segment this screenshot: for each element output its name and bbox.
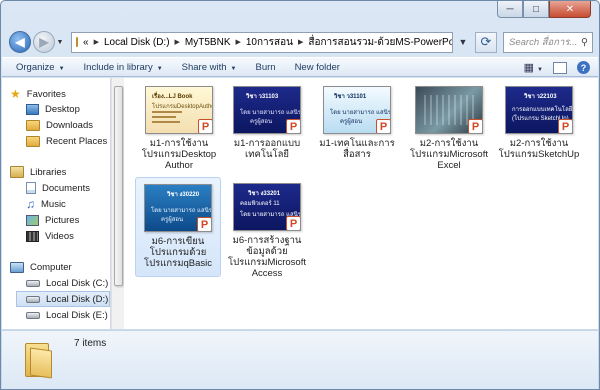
music-icon: ♫ (26, 197, 35, 211)
scrollbar-thumb[interactable] (114, 86, 123, 286)
powerpoint-icon: P (376, 119, 390, 133)
close-button[interactable]: ✕ (549, 1, 591, 18)
include-in-library-menu[interactable]: Include in library ▼ (84, 62, 163, 73)
navigation-scrollbar[interactable] (111, 78, 124, 329)
chevron-right-icon: ▶ (174, 39, 180, 46)
file-item[interactable]: วิชา ว22103 การออกแบบเทคโนโลยี 2 (โปรแกร… (496, 80, 582, 180)
search-icon[interactable]: ⚲ (581, 37, 588, 48)
powerpoint-icon: P (468, 119, 482, 133)
recent-pages-dropdown[interactable]: ▼ (55, 39, 65, 46)
file-name: ม6-การเขียนโปรแกรมด้วยโปรแกรมqBasic (144, 236, 212, 269)
search-input[interactable]: Search สื่อการ... ⚲ (503, 31, 593, 53)
address-row: ◀ ▶ ▼ « ▶ Local Disk (D:) ▶ MyT5BNK ▶ 10… (9, 28, 593, 56)
breadcrumb-drive-d[interactable]: Local Disk (D:) (104, 37, 170, 48)
help-icon[interactable]: ? (577, 61, 590, 74)
file-thumbnail: วิชา ว31101 โดย นายสามารถ แสนิรม ครูผู้ส… (323, 86, 391, 134)
share-with-menu[interactable]: Share with ▼ (182, 62, 237, 73)
chevron-right-icon: ▶ (297, 39, 304, 46)
drive-icon (26, 295, 40, 303)
breadcrumb-current[interactable]: สื่อการสอนรวม-ด้วยMS-PowerPoint (308, 35, 452, 50)
file-thumbnail: วิชา ง30220 โดย นายสามารถ แสนิรม ครูผู้ส… (144, 184, 212, 232)
address-bar[interactable]: « ▶ Local Disk (D:) ▶ MyT5BNK ▶ 10การสอน… (71, 31, 453, 53)
downloads-icon (26, 119, 40, 131)
file-name: ม1-การใช้งานโปรแกรมDesktop Author (141, 138, 217, 171)
recent-places-icon (26, 135, 40, 147)
desktop-icon (26, 103, 39, 115)
documents-icon (26, 182, 36, 194)
drive-icon (26, 279, 40, 287)
file-list: เรื่อง...LJ Book โปรแกรมDesktopAuthor P … (124, 78, 598, 329)
nav-favorites[interactable]: ★ Favorites (10, 86, 118, 102)
item-count: 7 items (74, 338, 107, 349)
file-name: ม1-การออกแบบเทคโนโลยี (233, 138, 301, 160)
file-thumbnail: P (415, 86, 483, 134)
file-item[interactable]: วิชา ว31103 โดย นายสามารถ แสนิรม ครูผู้ส… (224, 80, 310, 180)
file-thumbnail: วิชา ง33201 คอมพิวเตอร์ 11 โดย นายสามารถ… (233, 183, 301, 231)
libraries-icon (10, 166, 24, 178)
folder-icon (76, 37, 78, 47)
view-options-icon[interactable]: ▦ ▼ (524, 61, 543, 74)
navigation-pane: ★ Favorites Desktop Downloads Recent Pla… (2, 78, 111, 329)
file-name: ม6-การสร้างฐานข้อมูลด้วยโปรแกรมMicrosoft… (227, 235, 306, 279)
burn-button[interactable]: Burn (255, 62, 275, 73)
forward-button[interactable]: ▶ (33, 31, 55, 53)
file-item[interactable]: วิชา ง33201 คอมพิวเตอร์ 11 โดย นายสามารถ… (224, 177, 310, 279)
breadcrumb-teaching[interactable]: 10การสอน (246, 35, 293, 50)
file-item-selected[interactable]: วิชา ง30220 โดย นายสามารถ แสนิรม ครูผู้ส… (135, 177, 221, 277)
chevron-down-icon: ▼ (58, 65, 65, 72)
back-button[interactable]: ◀ (9, 31, 31, 53)
search-placeholder: Search สื่อการ... (509, 36, 578, 48)
powerpoint-icon: P (197, 217, 211, 231)
chevron-down-icon: ▼ (230, 65, 237, 72)
chevron-right-icon: ▶ (235, 39, 241, 46)
nav-computer[interactable]: Computer (10, 259, 118, 275)
file-thumbnail: เรื่อง...LJ Book โปรแกรมDesktopAuthor P (145, 86, 213, 134)
explorer-window: ─ □ ✕ ◀ ▶ ▼ « ▶ Local Disk (D:) ▶ MyT5BN… (0, 0, 600, 390)
file-name: ม2-การใช้งานโปรแกรมSketchUp (498, 138, 580, 160)
file-name: ม1-เทคโนและการสื่อสาร (319, 138, 395, 160)
videos-icon (26, 230, 39, 242)
preview-pane-icon[interactable] (553, 61, 567, 74)
refresh-icon[interactable]: ⟳ (475, 31, 497, 53)
nav-drive-c[interactable]: Local Disk (C:) (26, 275, 110, 291)
file-item[interactable]: P ม2-การใช้งานโปรแกรมMicrosoft Excel (406, 80, 492, 180)
breadcrumb-myt5bnk[interactable]: MyT5BNK (185, 37, 231, 48)
details-pane: 7 items (2, 330, 598, 389)
chevron-right-icon: ▶ (93, 39, 99, 46)
file-item[interactable]: วิชา ว31101 โดย นายสามารถ แสนิรม ครูผู้ส… (314, 80, 400, 180)
file-item[interactable]: เรื่อง...LJ Book โปรแกรมDesktopAuthor P … (136, 80, 222, 180)
powerpoint-icon: P (286, 216, 300, 230)
star-icon: ★ (10, 87, 21, 101)
command-bar: Organize ▼ Include in library ▼ Share with… (2, 57, 598, 77)
caption-buttons: ─ □ ✕ (497, 1, 591, 21)
powerpoint-icon: P (558, 119, 572, 133)
powerpoint-icon: P (198, 119, 212, 133)
file-thumbnail: วิชา ว31103 โดย นายสามารถ แสนิรม ครูผู้ส… (233, 86, 301, 134)
folder-icon (25, 339, 55, 379)
address-dropdown-icon[interactable]: ▼ (453, 32, 473, 53)
nav-drive-e[interactable]: Local Disk (E:) (26, 307, 110, 323)
file-thumbnail: วิชา ว22103 การออกแบบเทคโนโลยี 2 (โปรแกร… (505, 86, 573, 134)
powerpoint-icon: P (286, 119, 300, 133)
overflow-chevron[interactable]: « (83, 37, 89, 48)
maximize-button[interactable]: □ (523, 1, 549, 18)
pictures-icon (26, 214, 39, 226)
file-name: ม2-การใช้งานโปรแกรมMicrosoft Excel (409, 138, 488, 171)
minimize-button[interactable]: ─ (497, 1, 523, 18)
new-folder-button[interactable]: New folder (295, 62, 340, 73)
nav-drive-d[interactable]: Local Disk (D:) (16, 291, 110, 307)
nav-libraries[interactable]: Libraries (10, 164, 118, 180)
computer-icon (10, 261, 24, 273)
organize-menu[interactable]: Organize ▼ (16, 62, 65, 73)
drive-icon (26, 311, 40, 319)
chevron-down-icon: ▼ (156, 65, 163, 72)
